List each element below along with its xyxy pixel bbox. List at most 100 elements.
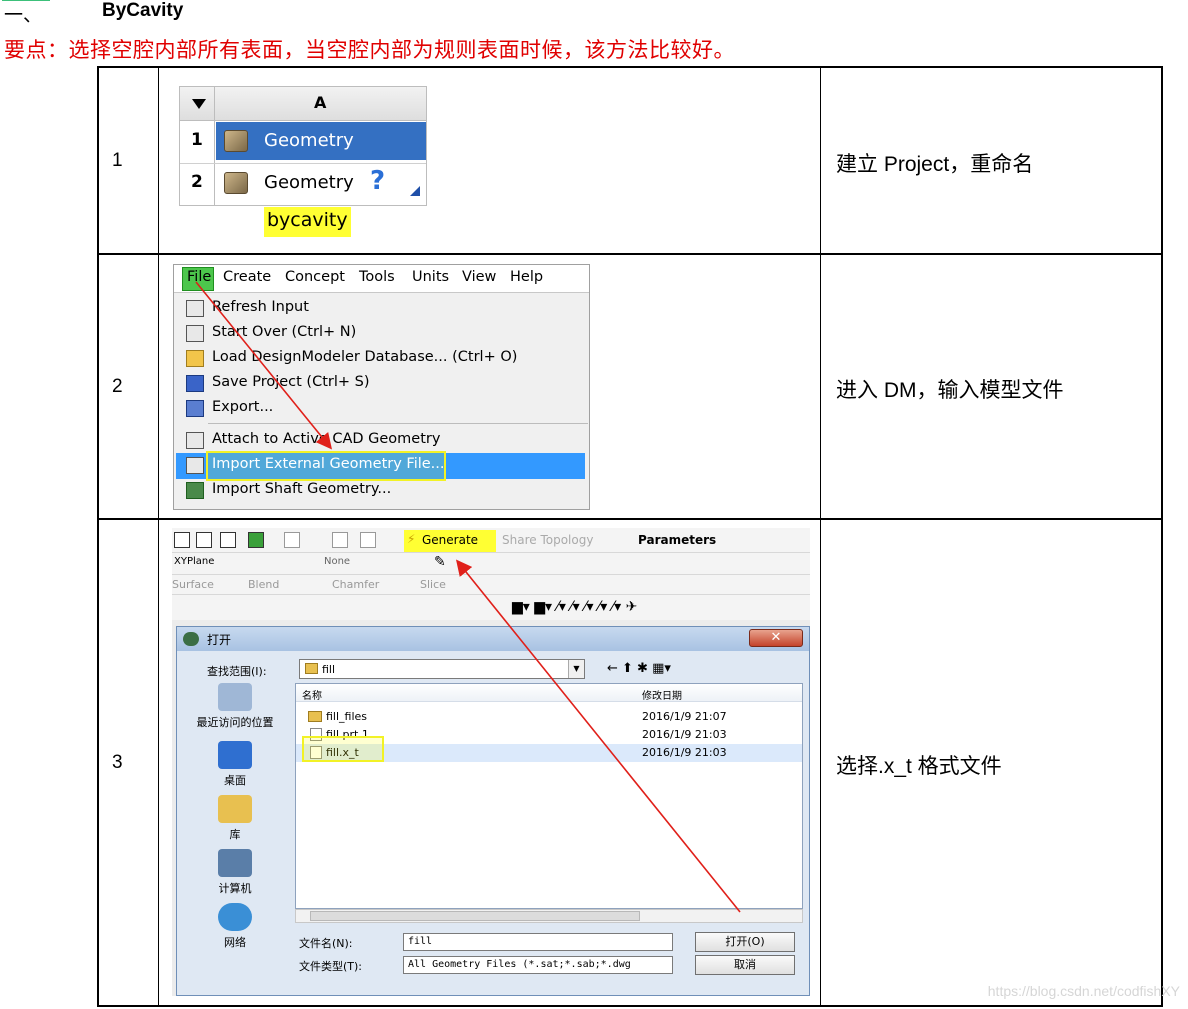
collapse-triangle-icon[interactable] (192, 99, 206, 109)
dialog-titlebar: 打开 ✕ (177, 627, 809, 651)
select-icon[interactable] (220, 532, 236, 548)
menu-item-refresh-input[interactable]: Refresh Input (184, 297, 589, 321)
filename-label: 文件名(N): (299, 937, 353, 950)
select-green-icon[interactable] (248, 532, 264, 548)
filetype-label: 文件类型(T): (299, 960, 363, 973)
system-name[interactable]: bycavity (264, 207, 351, 237)
step-description: 建立 Project，重命名 (836, 153, 1034, 176)
menu-item-export[interactable]: Export... (184, 397, 589, 421)
menu-file[interactable]: File (187, 269, 211, 285)
system-label: Geometry (264, 172, 354, 193)
shaft-icon (186, 482, 204, 499)
generate-button[interactable]: Generate (404, 530, 496, 552)
menu-units[interactable]: Units (412, 269, 449, 285)
list-item[interactable]: fill_files 2016/1/9 21:07 (296, 708, 802, 726)
column-name[interactable]: 名称 (302, 687, 322, 702)
parameters-button[interactable]: Parameters (638, 533, 716, 547)
filetype-select[interactable]: All Geometry Files (*.sat;*.sab;*.dwg (403, 956, 673, 974)
filename-input[interactable]: fill (403, 933, 673, 951)
menu-bar: File Create Concept Tools Units View Hel… (174, 265, 589, 293)
file-list: 名称 修改日期 fill_files 2016/1/9 21:07 fill.pr… (295, 683, 803, 909)
look-in-combo[interactable]: fill ▼ (299, 659, 585, 679)
navigation-icons[interactable]: ← ⬆ ✱ ▦▾ (607, 661, 671, 676)
horizontal-scrollbar[interactable] (295, 909, 803, 923)
select-icon[interactable] (196, 532, 212, 548)
chevron-down-icon[interactable]: ▼ (568, 660, 584, 678)
desktop-icon (218, 741, 252, 769)
main-toolbar: Generate Share Topology Parameters (172, 528, 810, 552)
export-icon (186, 400, 204, 417)
question-mark-icon: ? (370, 166, 386, 196)
menu-help[interactable]: Help (510, 269, 543, 285)
place-libraries[interactable]: 库 (195, 795, 275, 842)
dialog-title: 打开 (207, 633, 232, 647)
folder-icon (308, 711, 322, 722)
menu-item-attach-cad[interactable]: Attach to Active CAD Geometry (184, 429, 589, 453)
folder-open-icon (186, 350, 204, 367)
place-desktop[interactable]: 桌面 (195, 741, 275, 788)
place-recent[interactable]: 最近访问的位置 (195, 683, 275, 730)
app-icon (183, 632, 199, 646)
close-button[interactable]: ✕ (749, 629, 803, 647)
save-icon (186, 375, 204, 392)
plane-select[interactable]: XYPlane (174, 556, 214, 567)
selection-toolbar: ▆▾ ▆▾ ⁄▾ ⁄▾ ⁄▾ ⁄▾ ⁄▾ ✈ (172, 594, 810, 620)
system-row[interactable]: 2 Geometry ? (180, 163, 426, 201)
project-schematic: A 1 Geometry 2 Geometry ? (179, 86, 427, 206)
menu-view[interactable]: View (462, 269, 496, 285)
zoom-box-icon[interactable] (332, 532, 348, 548)
geometry-cube-icon (224, 172, 248, 194)
plane-toolbar: XYPlane None ✎ (172, 552, 810, 595)
library-icon (218, 795, 252, 823)
place-computer[interactable]: 计算机 (195, 849, 275, 896)
step-number: 1 (112, 150, 123, 171)
geometry-cube-icon (224, 130, 248, 152)
recent-places-icon (218, 683, 252, 711)
open-dialog: 打开 ✕ 查找范围(I): fill ▼ ← ⬆ ✱ ▦▾ 名称 修改日期 fi… (176, 626, 810, 996)
refresh-icon (186, 300, 204, 317)
place-network[interactable]: 网络 (195, 903, 275, 950)
look-in-label: 查找范围(I): (207, 665, 267, 678)
feature-toolbar: Surface Blend Chamfer Slice (172, 574, 810, 594)
share-topology-button[interactable]: Share Topology (502, 533, 593, 547)
sketch-select[interactable]: None (324, 556, 350, 567)
menu-tools[interactable]: Tools (359, 269, 395, 285)
open-file-screenshot: Generate Share Topology Parameters XYPla… (172, 528, 810, 996)
key-point-note: 要点：选择空腔内部所有表面，当空腔内部为规则表面时候，该方法比较好。 (4, 39, 735, 62)
step-description: 选择.x_t 格式文件 (836, 755, 1002, 778)
menu-item-import-external-geometry[interactable]: Import External Geometry File... (184, 454, 589, 478)
corner-arrow-icon (410, 186, 420, 196)
system-label: Geometry (264, 130, 354, 151)
zoom-fit-icon[interactable] (360, 532, 376, 548)
cancel-button[interactable]: 取消 (695, 955, 795, 975)
system-row[interactable]: 1 Geometry (180, 122, 426, 160)
menu-item-import-shaft[interactable]: Import Shaft Geometry... (184, 479, 589, 503)
section-heading: 一、 ByCavity (0, 0, 300, 26)
computer-icon (218, 849, 252, 877)
menu-concept[interactable]: Concept (285, 269, 345, 285)
folder-icon (305, 663, 318, 674)
import-geometry-icon[interactable]: ✎ (434, 554, 446, 570)
step-description: 进入 DM，输入模型文件 (836, 379, 1064, 402)
undo-icon[interactable] (284, 532, 300, 548)
column-header: A (314, 93, 327, 112)
menu-item-start-over[interactable]: Start Over (Ctrl+ N) (184, 322, 589, 346)
file-menu-screenshot: File Create Concept Tools Units View Hel… (173, 264, 590, 510)
open-button[interactable]: 打开(O) (695, 932, 795, 952)
new-file-icon (186, 325, 204, 342)
file-highlight-box (302, 736, 384, 762)
step-number: 2 (112, 376, 123, 397)
menu-create[interactable]: Create (223, 269, 271, 285)
watermark: https://blog.csdn.net/codfishXY (987, 983, 1180, 999)
network-icon (218, 903, 252, 931)
menu-item-save-project[interactable]: Save Project (Ctrl+ S) (184, 372, 589, 396)
import-geometry-icon (186, 457, 204, 474)
selection-filter-icons[interactable]: ▆▾ ▆▾ ⁄▾ ⁄▾ ⁄▾ ⁄▾ ⁄▾ ✈ (512, 599, 637, 615)
file-list-header: 名称 修改日期 (296, 684, 802, 702)
menu-item-load-database[interactable]: Load DesignModeler Database... (Ctrl+ O) (184, 347, 589, 371)
step-number: 3 (112, 752, 123, 773)
section-title: ByCavity (102, 0, 184, 21)
attach-geometry-icon (186, 432, 204, 449)
column-date[interactable]: 修改日期 (642, 687, 682, 702)
select-icon[interactable] (174, 532, 190, 548)
